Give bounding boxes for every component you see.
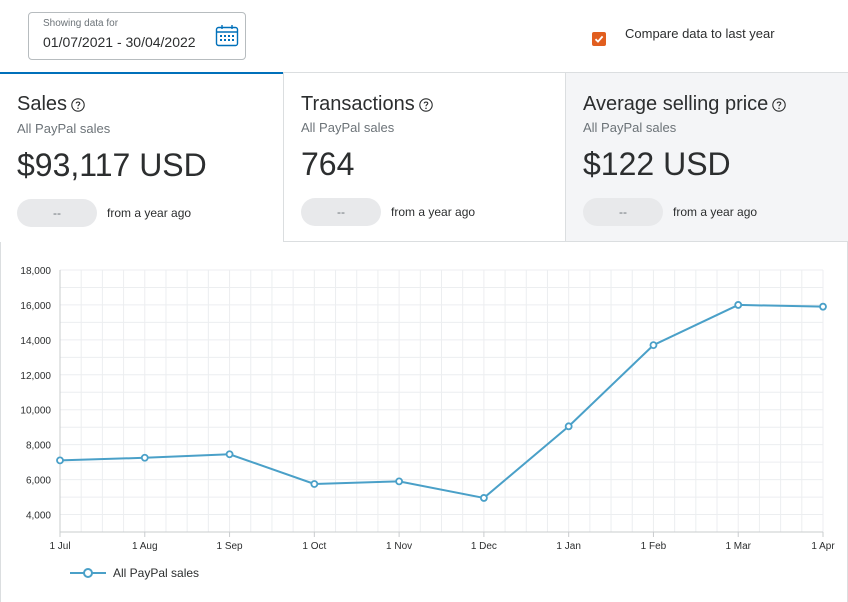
date-range-picker[interactable]: Showing data for 01/07/2021 - 30/04/2022 — [28, 12, 246, 60]
tab-average-selling-price[interactable]: Average selling price All PayPal sales $… — [565, 72, 848, 242]
data-point — [819, 302, 827, 311]
legend-line-marker-icon — [70, 568, 106, 578]
y-tick-label: 14,000 — [20, 336, 51, 347]
data-point — [649, 341, 658, 350]
metric-tabs: Sales All PayPal sales $93,117 USD -- fr… — [0, 72, 848, 242]
help-icon[interactable] — [772, 97, 787, 112]
x-tick-label: 1 Jan — [556, 541, 580, 552]
compare-label: Compare data to last year — [625, 26, 775, 41]
x-tick-label: 1 Feb — [641, 541, 667, 552]
y-tick-label: 10,000 — [20, 406, 51, 417]
x-tick-label: 1 Mar — [725, 541, 751, 552]
delta-badge: -- — [583, 198, 663, 226]
x-tick-label: 1 Sep — [216, 541, 243, 552]
tab-value: 764 — [301, 146, 355, 182]
chart-legend[interactable]: All PayPal sales — [70, 566, 199, 580]
x-tick-label: 1 Oct — [302, 541, 326, 552]
tab-subtitle: All PayPal sales — [301, 120, 395, 135]
tab-value: $122 USD — [583, 146, 731, 182]
y-tick-label: 8,000 — [26, 441, 51, 452]
tab-sales[interactable]: Sales All PayPal sales $93,117 USD -- fr… — [0, 72, 283, 242]
tab-subtitle: All PayPal sales — [17, 121, 111, 136]
tab-subtitle: All PayPal sales — [583, 120, 677, 135]
data-point — [225, 450, 234, 459]
tab-title-text: Sales — [17, 93, 68, 115]
data-point — [564, 422, 573, 431]
y-tick-label: 18,000 — [20, 266, 51, 277]
y-tick-label: 16,000 — [20, 301, 51, 312]
checkmark-icon — [594, 35, 604, 43]
delta-text: from a year ago — [107, 206, 192, 220]
compare-toggle[interactable]: Compare data to last year — [592, 26, 775, 46]
delta-text: from a year ago — [673, 205, 758, 219]
data-point — [479, 494, 488, 502]
x-tick-label: 1 Apr — [811, 541, 835, 552]
tab-value: $93,117 USD — [17, 147, 207, 183]
help-icon[interactable] — [419, 97, 433, 112]
date-range-caption: Showing data for — [43, 18, 119, 29]
x-tick-label: 1 Nov — [386, 541, 412, 552]
x-tick-label: 1 Dec — [471, 541, 497, 552]
tab-title: Transactions — [301, 93, 433, 116]
y-tick-label: 4,000 — [26, 511, 51, 522]
data-point — [140, 453, 149, 462]
data-point — [56, 456, 64, 465]
x-tick-label: 1 Jul — [49, 541, 70, 552]
compare-checkbox[interactable] — [592, 31, 606, 46]
legend-label: All PayPal sales — [113, 566, 200, 580]
sales-line-chart: 4,000 6,000 8,000 10,000 12,000 14,000 16,000 1… — [20, 266, 835, 552]
delta-badge: -- — [301, 198, 381, 226]
tab-title-text: Average selling price — [583, 93, 769, 115]
delta-text: from a year ago — [391, 205, 476, 219]
data-point — [310, 480, 319, 488]
tab-title: Average selling price — [583, 93, 787, 116]
tab-title: Sales — [17, 93, 85, 116]
delta-badge: -- — [17, 199, 97, 227]
tab-title-text: Transactions — [301, 93, 415, 115]
calendar-icon[interactable] — [215, 24, 239, 48]
y-tick-label: 12,000 — [20, 371, 51, 382]
x-tick-label: 1 Aug — [132, 541, 158, 552]
data-point — [734, 301, 743, 309]
help-icon[interactable] — [71, 97, 85, 112]
y-tick-label: 6,000 — [26, 476, 51, 487]
tab-transactions[interactable]: Transactions All PayPal sales 764 -- fro… — [283, 72, 565, 242]
date-range-value: 01/07/2021 - 30/04/2022 — [43, 34, 196, 50]
data-point — [395, 477, 404, 486]
